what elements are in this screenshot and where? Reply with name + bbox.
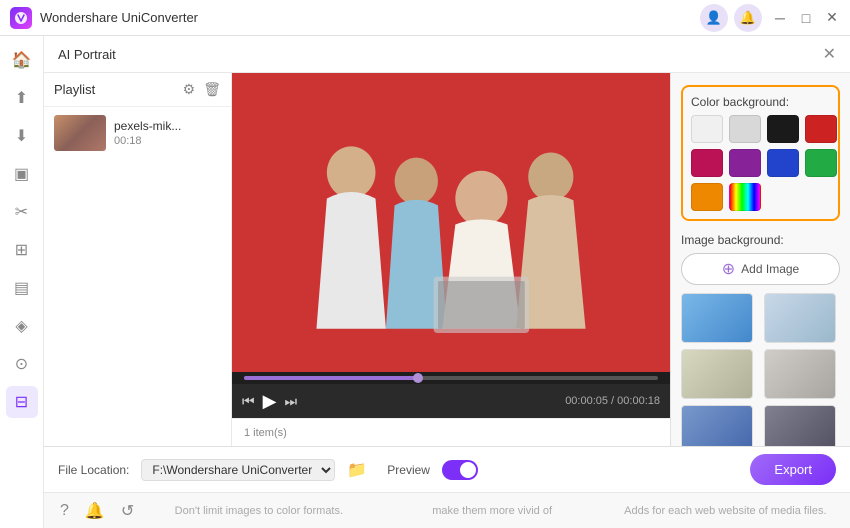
footer-bar: ? 🔔 ↺ Don't limit images to color format… — [44, 492, 850, 528]
video-controls: ⏮ ▶ ⏭ 00:00:05 / 00:00:18 — [232, 384, 670, 418]
color-swatch-black[interactable] — [767, 115, 799, 143]
user-icon[interactable]: 👤 — [700, 4, 728, 32]
image-grid — [681, 293, 840, 446]
seek-track[interactable] — [244, 376, 658, 380]
video-container — [232, 73, 670, 372]
panel-close-button[interactable]: ✕ — [823, 44, 836, 64]
playlist-filename: pexels-mik... — [114, 119, 221, 133]
image-thumb-1[interactable] — [681, 293, 753, 343]
sidebar-item-subtitle[interactable]: ▤ — [6, 272, 38, 304]
color-swatch-purple[interactable] — [729, 149, 761, 177]
preview-label: Preview — [387, 463, 430, 477]
close-button[interactable]: ✕ — [824, 10, 840, 26]
playlist-thumbnail — [54, 115, 106, 151]
ai-portrait-panel: AI Portrait ✕ Playlist ⚙ 🗑 — [44, 36, 850, 446]
file-location-label: File Location: — [58, 463, 129, 477]
image-section-title: Image background: — [681, 233, 840, 247]
app-title: Wondershare UniConverter — [40, 10, 700, 25]
time-display: 00:00:05 / 00:00:18 — [565, 395, 660, 407]
sidebar-item-download[interactable]: ⬇ — [6, 120, 38, 152]
seek-handle — [413, 373, 423, 383]
help-icon[interactable]: ? — [60, 502, 69, 520]
export-button[interactable]: Export — [750, 454, 836, 485]
video-main: ⏮ ▶ ⏭ 00:00:05 / 00:00:18 1 item(s) — [232, 73, 670, 446]
sidebar-item-toolbox[interactable]: ⊟ — [6, 386, 38, 418]
color-swatch-orange[interactable] — [691, 183, 723, 211]
footer-notification-icon[interactable]: 🔔 — [85, 501, 105, 521]
sidebar-item-screen[interactable]: ▣ — [6, 158, 38, 190]
sidebar-item-convert[interactable]: ⬆ — [6, 82, 38, 114]
color-swatch-red[interactable] — [805, 115, 837, 143]
preview-toggle[interactable] — [442, 460, 478, 480]
playlist-delete-icon[interactable]: 🗑 — [203, 81, 221, 98]
footer-refresh-icon[interactable]: ↺ — [121, 501, 134, 521]
color-section-title: Color background: — [691, 95, 830, 109]
playlist-actions: ⚙ 🗑 — [183, 81, 221, 98]
image-background-section: Image background: ⊕ Add Image — [681, 233, 840, 446]
content-area: AI Portrait ✕ Playlist ⚙ 🗑 — [44, 36, 850, 528]
playlist-header: Playlist ⚙ 🗑 — [44, 73, 231, 107]
sidebar: 🏠 ⬆ ⬇ ▣ ✂ ⊞ ▤ ◈ ⊙ ⊟ — [0, 36, 44, 528]
sidebar-item-home[interactable]: 🏠 — [6, 44, 38, 76]
status-bar: 1 item(s) — [232, 418, 670, 446]
footer-text-1: Don't limit images to color formats. — [150, 505, 367, 517]
image-thumb-5[interactable] — [681, 405, 753, 446]
image-thumb-3[interactable] — [681, 349, 753, 399]
image-thumb-4[interactable] — [764, 349, 836, 399]
playlist-section: Playlist ⚙ 🗑 pexels-mik... 00:18 — [44, 73, 232, 446]
playlist-duration: 00:18 — [114, 135, 221, 147]
color-swatch-crimson[interactable] — [691, 149, 723, 177]
image-thumb-2[interactable] — [764, 293, 836, 343]
playlist-info: pexels-mik... 00:18 — [114, 119, 221, 147]
prev-button[interactable]: ⏮ — [242, 393, 255, 410]
bottom-bar: File Location: F:\Wondershare UniConvert… — [44, 446, 850, 492]
play-button[interactable]: ▶ — [263, 391, 277, 412]
seek-bar-area[interactable] — [232, 372, 670, 384]
main-layout: 🏠 ⬆ ⬇ ▣ ✂ ⊞ ▤ ◈ ⊙ ⊟ AI Portrait ✕ Playli… — [0, 36, 850, 528]
notification-icon[interactable]: 🔔 — [734, 4, 762, 32]
item-count: 1 item(s) — [244, 427, 287, 439]
add-image-label: Add Image — [741, 262, 799, 276]
file-location-value: F:\Wondershare UniConverter — [141, 459, 335, 481]
title-bar: Wondershare UniConverter 👤 🔔 ─ □ ✕ — [0, 0, 850, 36]
color-swatch-blue[interactable] — [767, 149, 799, 177]
add-icon: ⊕ — [722, 259, 735, 279]
video-preview — [232, 73, 670, 372]
playlist-title: Playlist — [54, 82, 95, 97]
color-swatch-green[interactable] — [805, 149, 837, 177]
minimize-button[interactable]: ─ — [772, 10, 788, 26]
color-grid — [691, 115, 830, 211]
sidebar-item-merge[interactable]: ⊞ — [6, 234, 38, 266]
window-controls: 👤 🔔 ─ □ ✕ — [700, 4, 840, 32]
color-swatch-lightgray[interactable] — [729, 115, 761, 143]
next-button[interactable]: ⏭ — [284, 393, 297, 410]
color-swatch-white[interactable] — [691, 115, 723, 143]
color-swatch-rainbow[interactable] — [729, 183, 761, 211]
folder-browse-icon[interactable]: 📁 — [347, 460, 367, 480]
sidebar-item-trim[interactable]: ✂ — [6, 196, 38, 228]
file-location-select[interactable]: F:\Wondershare UniConverter — [141, 459, 335, 481]
color-background-section: Color background: — [681, 85, 840, 221]
right-panel: Color background: — [670, 73, 850, 446]
panel-header: AI Portrait ✕ — [44, 36, 850, 73]
maximize-button[interactable]: □ — [798, 10, 814, 26]
seek-progress — [244, 376, 418, 380]
app-logo — [10, 7, 32, 29]
sidebar-item-watermark[interactable]: ◈ — [6, 310, 38, 342]
footer-text-3: Adds for each web website of media files… — [617, 505, 834, 517]
playlist-item[interactable]: pexels-mik... 00:18 — [44, 107, 231, 159]
add-image-button[interactable]: ⊕ Add Image — [681, 253, 840, 285]
footer-text-2: make them more vivid of — [383, 505, 600, 517]
playlist-settings-icon[interactable]: ⚙ — [183, 81, 196, 98]
sidebar-item-dvd[interactable]: ⊙ — [6, 348, 38, 380]
panel-title: AI Portrait — [58, 47, 116, 62]
image-thumb-6[interactable] — [764, 405, 836, 446]
